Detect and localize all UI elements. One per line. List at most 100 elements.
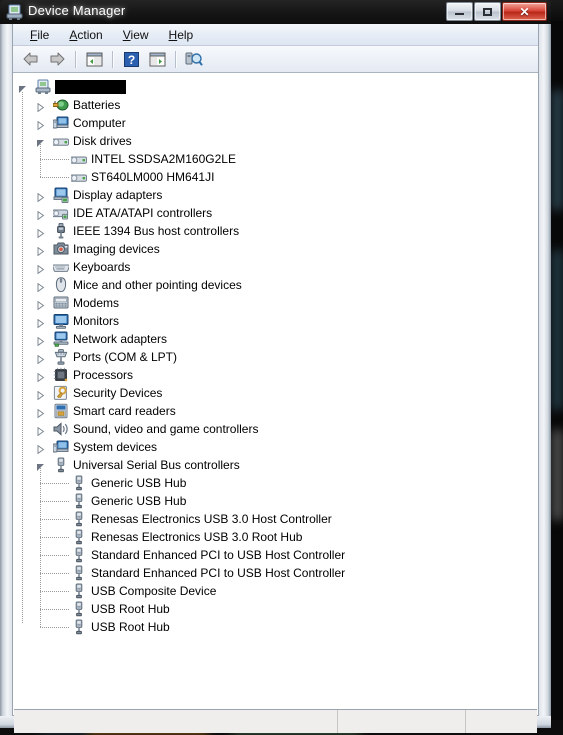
- tree-row-processors[interactable]: Processors: [14, 366, 537, 384]
- collapsed-twisty-icon[interactable]: [36, 354, 45, 364]
- twisty-ports-com-lpt[interactable]: [36, 353, 45, 364]
- separator-1: [75, 50, 76, 68]
- monitor-icon: [53, 313, 69, 329]
- tree-row-batteries[interactable]: Batteries: [14, 96, 537, 114]
- help-button[interactable]: ?: [119, 48, 143, 70]
- title-bar[interactable]: Device Manager ✕: [0, 0, 551, 24]
- collapsed-twisty-icon[interactable]: [36, 426, 45, 436]
- tree-row-imaging-devices[interactable]: Imaging devices: [14, 240, 537, 258]
- tree-row-renesas-electronics-usb-3-0-host-controller[interactable]: Renesas Electronics USB 3.0 Host Control…: [14, 510, 537, 528]
- tree-row-generic-usb-hub[interactable]: Generic USB Hub: [14, 492, 537, 510]
- collapsed-twisty-icon[interactable]: [36, 228, 45, 238]
- twisty-keyboards[interactable]: [36, 263, 45, 274]
- properties-button[interactable]: [145, 48, 169, 70]
- tree-label-ide-ata-atapi-controllers: IDE ATA/ATAPI controllers: [73, 206, 213, 220]
- twisty-system-devices[interactable]: [36, 443, 45, 454]
- redacted-computer-name: [55, 80, 126, 94]
- menu-action[interactable]: Action: [60, 26, 111, 44]
- close-button[interactable]: ✕: [502, 2, 547, 21]
- menu-help[interactable]: Help: [160, 26, 203, 44]
- tree-row-universal-serial-bus-controllers[interactable]: Universal Serial Bus controllers: [14, 456, 537, 474]
- tree-row-standard-enhanced-pci-to-usb-host-controller[interactable]: Standard Enhanced PCI to USB Host Contro…: [14, 564, 537, 582]
- tree-row-ieee-1394-bus-host-controllers[interactable]: IEEE 1394 Bus host controllers: [14, 222, 537, 240]
- collapsed-twisty-icon[interactable]: [36, 120, 45, 130]
- tree-row-mice-and-other-pointing-devices[interactable]: Mice and other pointing devices: [14, 276, 537, 294]
- collapsed-twisty-icon[interactable]: [36, 210, 45, 220]
- monitor-icon: [53, 314, 69, 329]
- tree-connector-line: [40, 483, 69, 484]
- twisty-mice-and-other-pointing-devices[interactable]: [36, 281, 45, 292]
- twisty-monitors[interactable]: [36, 317, 45, 328]
- tree-label-ieee-1394-bus-host-controllers: IEEE 1394 Bus host controllers: [73, 224, 240, 238]
- collapsed-twisty-icon[interactable]: [36, 336, 45, 346]
- tree-row-generic-usb-hub[interactable]: Generic USB Hub: [14, 474, 537, 492]
- background-blur-bar: [552, 250, 563, 410]
- tree-row-root[interactable]: [14, 78, 537, 96]
- minimize-button[interactable]: [446, 2, 473, 21]
- twisty-ide-ata-atapi-controllers[interactable]: [36, 209, 45, 220]
- menu-view[interactable]: View: [114, 26, 158, 44]
- collapsed-twisty-icon[interactable]: [36, 372, 45, 382]
- twisty-sound-video-and-game-controllers[interactable]: [36, 425, 45, 436]
- tree-row-renesas-electronics-usb-3-0-root-hub[interactable]: Renesas Electronics USB 3.0 Root Hub: [14, 528, 537, 546]
- twisty-display-adapters[interactable]: [36, 191, 45, 202]
- tree-row-intel-ssdsa2m160g2le[interactable]: INTEL SSDSA2M160G2LE: [14, 150, 537, 168]
- menu-view-rest: iew: [130, 27, 149, 42]
- collapsed-twisty-icon[interactable]: [36, 192, 45, 202]
- menu-file[interactable]: File: [21, 26, 58, 44]
- tree-connector-line: [40, 177, 69, 178]
- collapsed-twisty-icon[interactable]: [36, 300, 45, 310]
- camera-icon: [53, 242, 69, 255]
- scan-hardware-changes-button[interactable]: [182, 48, 206, 70]
- collapsed-twisty-icon[interactable]: [36, 264, 45, 274]
- tree-row-usb-composite-device[interactable]: USB Composite Device: [14, 582, 537, 600]
- show-hide-tree-button[interactable]: [82, 48, 106, 70]
- tree-row-standard-enhanced-pci-to-usb-host-controller[interactable]: Standard Enhanced PCI to USB Host Contro…: [14, 546, 537, 564]
- console-tree-icon: [86, 52, 102, 66]
- back-button[interactable]: [19, 48, 43, 70]
- tree-row-sound-video-and-game-controllers[interactable]: Sound, video and game controllers: [14, 420, 537, 438]
- tree-row-monitors[interactable]: Monitors: [14, 312, 537, 330]
- collapsed-twisty-icon[interactable]: [36, 102, 45, 112]
- twisty-computer[interactable]: [36, 119, 45, 130]
- tree-row-security-devices[interactable]: Security Devices: [14, 384, 537, 402]
- root-twisty[interactable]: [18, 83, 27, 93]
- twisty-imaging-devices[interactable]: [36, 245, 45, 256]
- tree-row-network-adapters[interactable]: Network adapters: [14, 330, 537, 348]
- tree-row-usb-root-hub[interactable]: USB Root Hub: [14, 600, 537, 618]
- usb-icon: [75, 547, 83, 563]
- tree-row-smart-card-readers[interactable]: Smart card readers: [14, 402, 537, 420]
- properties-icon: [149, 52, 165, 66]
- collapsed-twisty-icon[interactable]: [36, 390, 45, 400]
- tree-row-ports-com-lpt[interactable]: Ports (COM & LPT): [14, 348, 537, 366]
- collapsed-twisty-icon[interactable]: [36, 408, 45, 418]
- tree-row-ide-ata-atapi-controllers[interactable]: IDE ATA/ATAPI controllers: [14, 204, 537, 222]
- tree-row-usb-root-hub[interactable]: USB Root Hub: [14, 618, 537, 636]
- tree-row-modems[interactable]: Modems: [14, 294, 537, 312]
- tree-row-display-adapters[interactable]: Display adapters: [14, 186, 537, 204]
- twisty-ieee-1394-bus-host-controllers[interactable]: [36, 227, 45, 238]
- tree-row-computer[interactable]: Computer: [14, 114, 537, 132]
- collapsed-twisty-icon[interactable]: [36, 282, 45, 292]
- collapsed-twisty-icon[interactable]: [36, 444, 45, 454]
- twisty-smart-card-readers[interactable]: [36, 407, 45, 418]
- security-key-icon: [53, 385, 69, 401]
- tree-row-system-devices[interactable]: System devices: [14, 438, 537, 456]
- twisty-security-devices[interactable]: [36, 389, 45, 400]
- device-tree[interactable]: Batteries Computer Disk drives INTEL SSDSA2…: [14, 74, 537, 709]
- twisty-network-adapters[interactable]: [36, 335, 45, 346]
- collapsed-twisty-icon[interactable]: [36, 318, 45, 328]
- tree-row-disk-drives[interactable]: Disk drives: [14, 132, 537, 150]
- usb-icon: [71, 601, 87, 617]
- collapsed-twisty-icon[interactable]: [36, 246, 45, 256]
- usb-icon: [71, 529, 87, 545]
- disk-drive-icon: [51, 133, 70, 149]
- twisty-processors[interactable]: [36, 371, 45, 382]
- maximize-button[interactable]: [474, 2, 501, 21]
- tree-row-st640lm000-hm641ji[interactable]: ST640LM000 HM641JI: [14, 168, 537, 186]
- twisty-batteries[interactable]: [36, 101, 45, 112]
- tree-row-keyboards[interactable]: Keyboards: [14, 258, 537, 276]
- forward-button[interactable]: [45, 48, 69, 70]
- twisty-modems[interactable]: [36, 299, 45, 310]
- usb-icon: [75, 511, 83, 527]
